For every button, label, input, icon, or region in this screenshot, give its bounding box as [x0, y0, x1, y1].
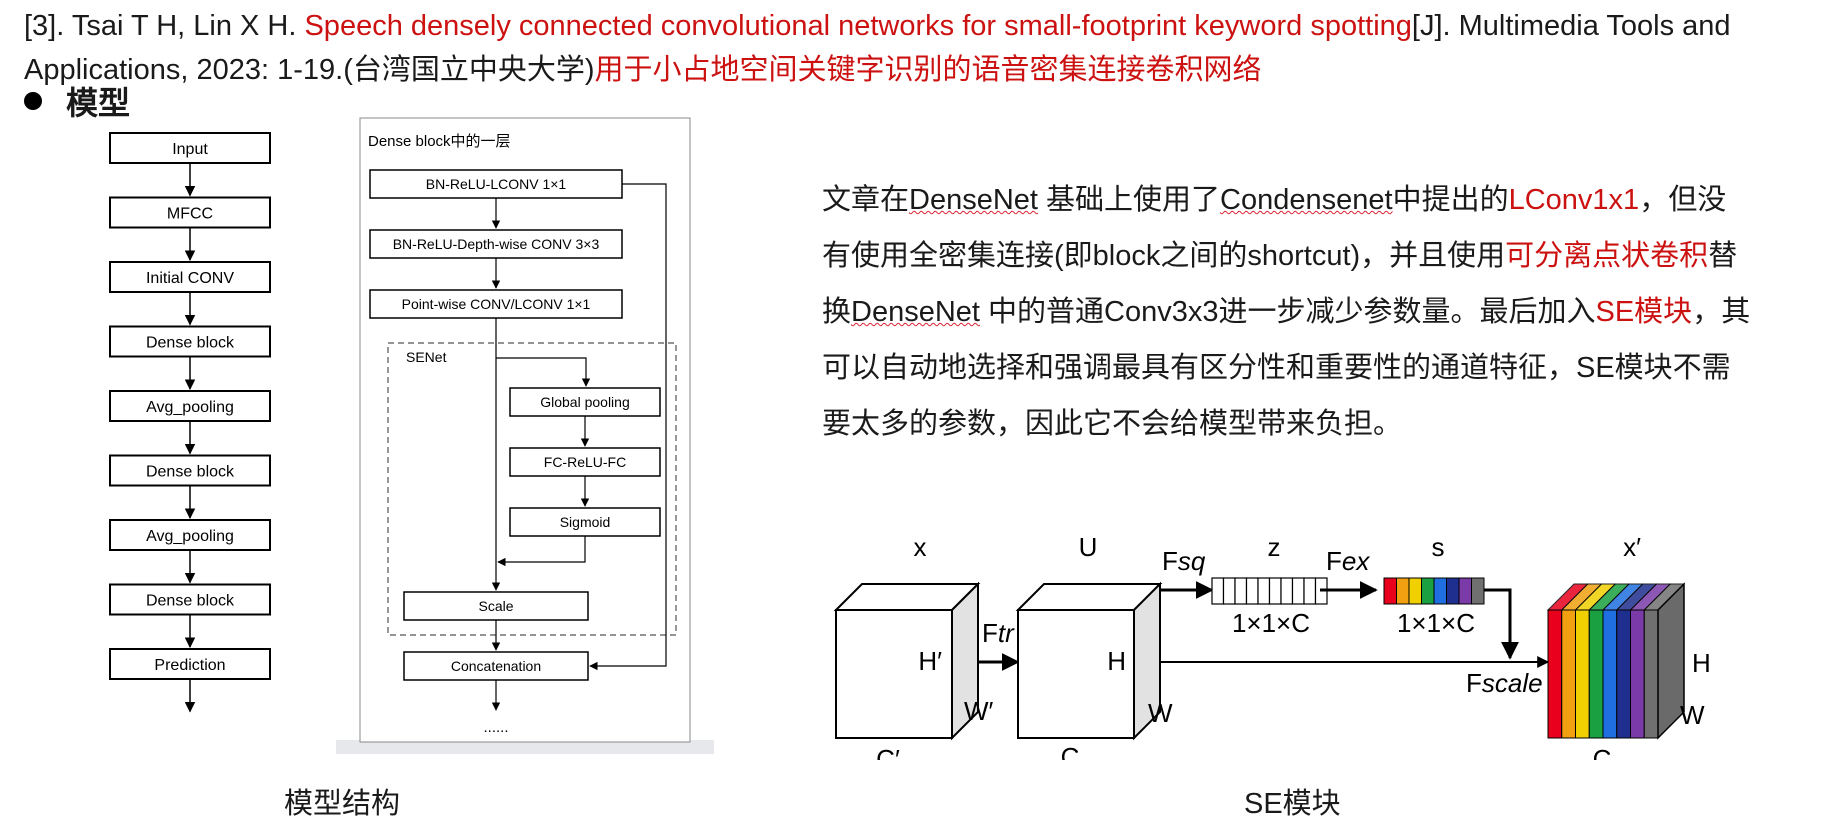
desc-densenet: DenseNet [909, 184, 1038, 216]
label-fex: Fex [1326, 546, 1370, 576]
ref-number: [3]. [24, 10, 65, 42]
s-cell [1471, 577, 1485, 605]
label-u: U [1079, 532, 1098, 562]
z-cell [1257, 577, 1271, 605]
caption-se-module: SE模块 [1244, 788, 1341, 820]
output-slice-front [1547, 609, 1563, 739]
output-slice-front [1575, 609, 1590, 739]
fc-label: FC-ReLU-FC [544, 454, 626, 470]
flow-block-label: Input [172, 141, 208, 158]
se-block-diagram: x H′ W′ C′ Ftr U H W C Fsq z 1×1×C Fex s… [833, 532, 1711, 760]
label-out-h: H [1692, 648, 1711, 678]
global-pool-label: Global pooling [540, 394, 630, 410]
output-slice-front [1561, 609, 1576, 739]
conv3-label: Point-wise CONV/LCONV 1×1 [402, 296, 591, 312]
s-cell [1421, 577, 1435, 605]
flow-block-label: Initial CONV [146, 270, 234, 287]
scale-label: Scale [478, 598, 513, 614]
desc-lconv: LConv1x1 [1508, 184, 1640, 216]
s-cell [1396, 577, 1410, 605]
flow-block-label: Avg_pooling [146, 528, 234, 545]
label-out-c: C [1593, 744, 1612, 760]
ref-title: Speech densely connected convolutional n… [304, 10, 1412, 42]
s-cell [1408, 577, 1422, 605]
desc-text-2: 基础上使用了 [1037, 184, 1221, 216]
s-cell [1433, 577, 1447, 605]
label-x-prime: x′ [1623, 532, 1641, 562]
desc-text-6: 中的普通Conv3x3进一步减少参数量。最后加入 [979, 296, 1596, 328]
label-h: H [1107, 646, 1126, 676]
ref-authors: Tsai T H, Lin X H. [64, 10, 305, 42]
dense-layer-title: Dense block中的一层 [368, 133, 511, 150]
label-w: W [1148, 698, 1173, 728]
bullet-icon [24, 92, 42, 110]
label-dim-z: 1×1×C [1232, 608, 1310, 638]
desc-text-3: 中提出的 [1392, 184, 1509, 216]
arrow-s-down [1484, 588, 1519, 660]
output-cube [1546, 582, 1686, 740]
label-x: x [914, 532, 927, 562]
desc-densenet-2: DenseNet [851, 296, 980, 328]
label-out-w: W [1680, 700, 1705, 730]
dense-layer-diagram: Dense block中的一层 BN-ReLU-LCONV 1×1 BN-ReL… [359, 117, 691, 743]
output-slice-front [1643, 609, 1659, 739]
label-dim-s: 1×1×C [1397, 608, 1475, 638]
label-ftr: Ftr [982, 618, 1015, 648]
s-cell [1458, 577, 1472, 605]
senet-label: SENet [406, 349, 447, 365]
ellipsis: ...... [483, 719, 508, 736]
feature-cube-u [1015, 581, 1163, 741]
section-heading-text: 模型 [66, 85, 131, 121]
output-slice-front [1616, 609, 1631, 739]
z-cell [1234, 577, 1248, 605]
label-c-prime: C′ [876, 744, 900, 760]
label-fscale: Fscale [1466, 668, 1543, 698]
label-h-prime: H′ [918, 646, 942, 676]
conv1-label: BN-ReLU-LCONV 1×1 [426, 176, 567, 192]
output-slice-front [1602, 609, 1618, 739]
s-cell [1446, 577, 1460, 605]
z-cell [1291, 577, 1305, 605]
ref-title-cn: 用于小占地空间关键字识别的语音密集连接卷积网络 [594, 54, 1262, 86]
section-heading: 模型 [24, 78, 130, 124]
flow-block-label: Dense block [146, 335, 235, 352]
desc-condensenet: Condensenet [1220, 184, 1393, 216]
label-fsq: Fsq [1162, 546, 1206, 576]
flow-block-label: MFCC [167, 206, 213, 223]
reference-citation: [3]. Tsai T H, Lin X H. Speech densely c… [24, 4, 1814, 92]
s-vector [1383, 577, 1485, 605]
description-paragraph: 文章在DenseNet 基础上使用了Condensenet中提出的LConv1x… [822, 172, 1752, 452]
desc-se-block: SE模块 [1595, 296, 1693, 328]
desc-sep-conv: 可分离点状卷积 [1505, 240, 1709, 272]
output-slice-front [1630, 609, 1645, 739]
flow-block-label: Prediction [154, 657, 225, 674]
flow-block-label: Dense block [146, 593, 235, 610]
z-vector [1211, 577, 1328, 605]
z-cell [1280, 577, 1294, 605]
label-c: C [1061, 742, 1080, 760]
model-flowchart: Input MFCC Initial CONV Dense block Avg_pool… [109, 132, 271, 713]
z-cell [1245, 577, 1259, 605]
s-cell [1383, 577, 1397, 605]
z-cell [1211, 577, 1225, 605]
z-cell [1268, 577, 1282, 605]
flow-blocks: Input MFCC Initial CONV Dense block Avg_pool… [109, 132, 271, 713]
desc-text-1: 文章在 [822, 184, 910, 216]
label-s: s [1432, 532, 1445, 562]
dense-layer-frame [359, 117, 691, 743]
input-cube-x [833, 581, 981, 741]
z-cell [1222, 577, 1236, 605]
caption-model-structure: 模型结构 [284, 788, 401, 820]
flow-block-label: Avg_pooling [146, 399, 234, 416]
conv2-label: BN-ReLU-Depth-wise CONV 3×3 [393, 236, 600, 252]
z-cell [1303, 577, 1317, 605]
label-w-prime: W′ [964, 696, 994, 726]
flow-block-label: Dense block [146, 464, 235, 481]
concat-label: Concatenation [451, 658, 541, 674]
output-slice-front [1588, 609, 1604, 739]
label-z: z [1268, 532, 1281, 562]
sigmoid-label: Sigmoid [560, 514, 611, 530]
